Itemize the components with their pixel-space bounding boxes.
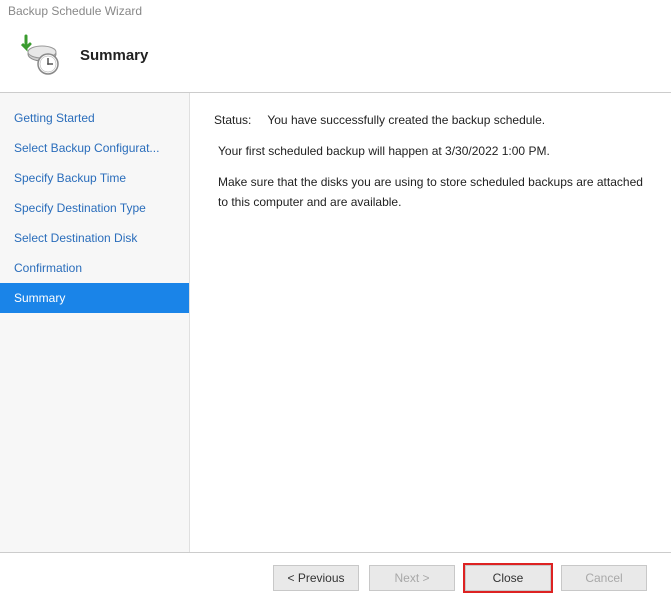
page-title: Summary	[80, 47, 148, 64]
schedule-time-text: Your first scheduled backup will happen …	[218, 142, 647, 161]
window-titlebar: Backup Schedule Wizard	[0, 0, 671, 24]
wizard-header: Summary	[0, 24, 671, 93]
sidebar-item-specify-backup-time[interactable]: Specify Backup Time	[0, 163, 189, 193]
next-button: Next >	[369, 565, 455, 591]
backup-wizard-icon	[20, 34, 62, 76]
sidebar-item-confirmation[interactable]: Confirmation	[0, 253, 189, 283]
status-label: Status:	[214, 111, 251, 130]
sidebar-item-label: Select Destination Disk	[14, 231, 137, 245]
wizard-body: Getting Started Select Backup Configurat…	[0, 93, 671, 552]
sidebar-item-label: Summary	[14, 291, 65, 305]
previous-button[interactable]: < Previous	[273, 565, 359, 591]
sidebar-item-specify-destination-type[interactable]: Specify Destination Type	[0, 193, 189, 223]
wizard-footer: < Previous Next > Close Cancel	[0, 552, 671, 603]
sidebar-item-summary[interactable]: Summary	[0, 283, 189, 313]
sidebar-item-select-destination-disk[interactable]: Select Destination Disk	[0, 223, 189, 253]
sidebar-item-label: Specify Backup Time	[14, 171, 126, 185]
status-text: You have successfully created the backup…	[267, 111, 545, 130]
wizard-steps-sidebar: Getting Started Select Backup Configurat…	[0, 93, 190, 552]
sidebar-item-label: Specify Destination Type	[14, 201, 146, 215]
sidebar-item-getting-started[interactable]: Getting Started	[0, 103, 189, 133]
sidebar-item-label: Getting Started	[14, 111, 95, 125]
close-button[interactable]: Close	[465, 565, 551, 591]
cancel-button: Cancel	[561, 565, 647, 591]
disk-warning-text: Make sure that the disks you are using t…	[218, 173, 647, 211]
sidebar-item-label: Confirmation	[14, 261, 82, 275]
wizard-content: Status: You have successfully created th…	[190, 93, 671, 552]
window-title: Backup Schedule Wizard	[8, 4, 142, 18]
sidebar-item-select-backup-config[interactable]: Select Backup Configurat...	[0, 133, 189, 163]
status-row: Status: You have successfully created th…	[214, 111, 647, 130]
sidebar-item-label: Select Backup Configurat...	[14, 141, 159, 155]
